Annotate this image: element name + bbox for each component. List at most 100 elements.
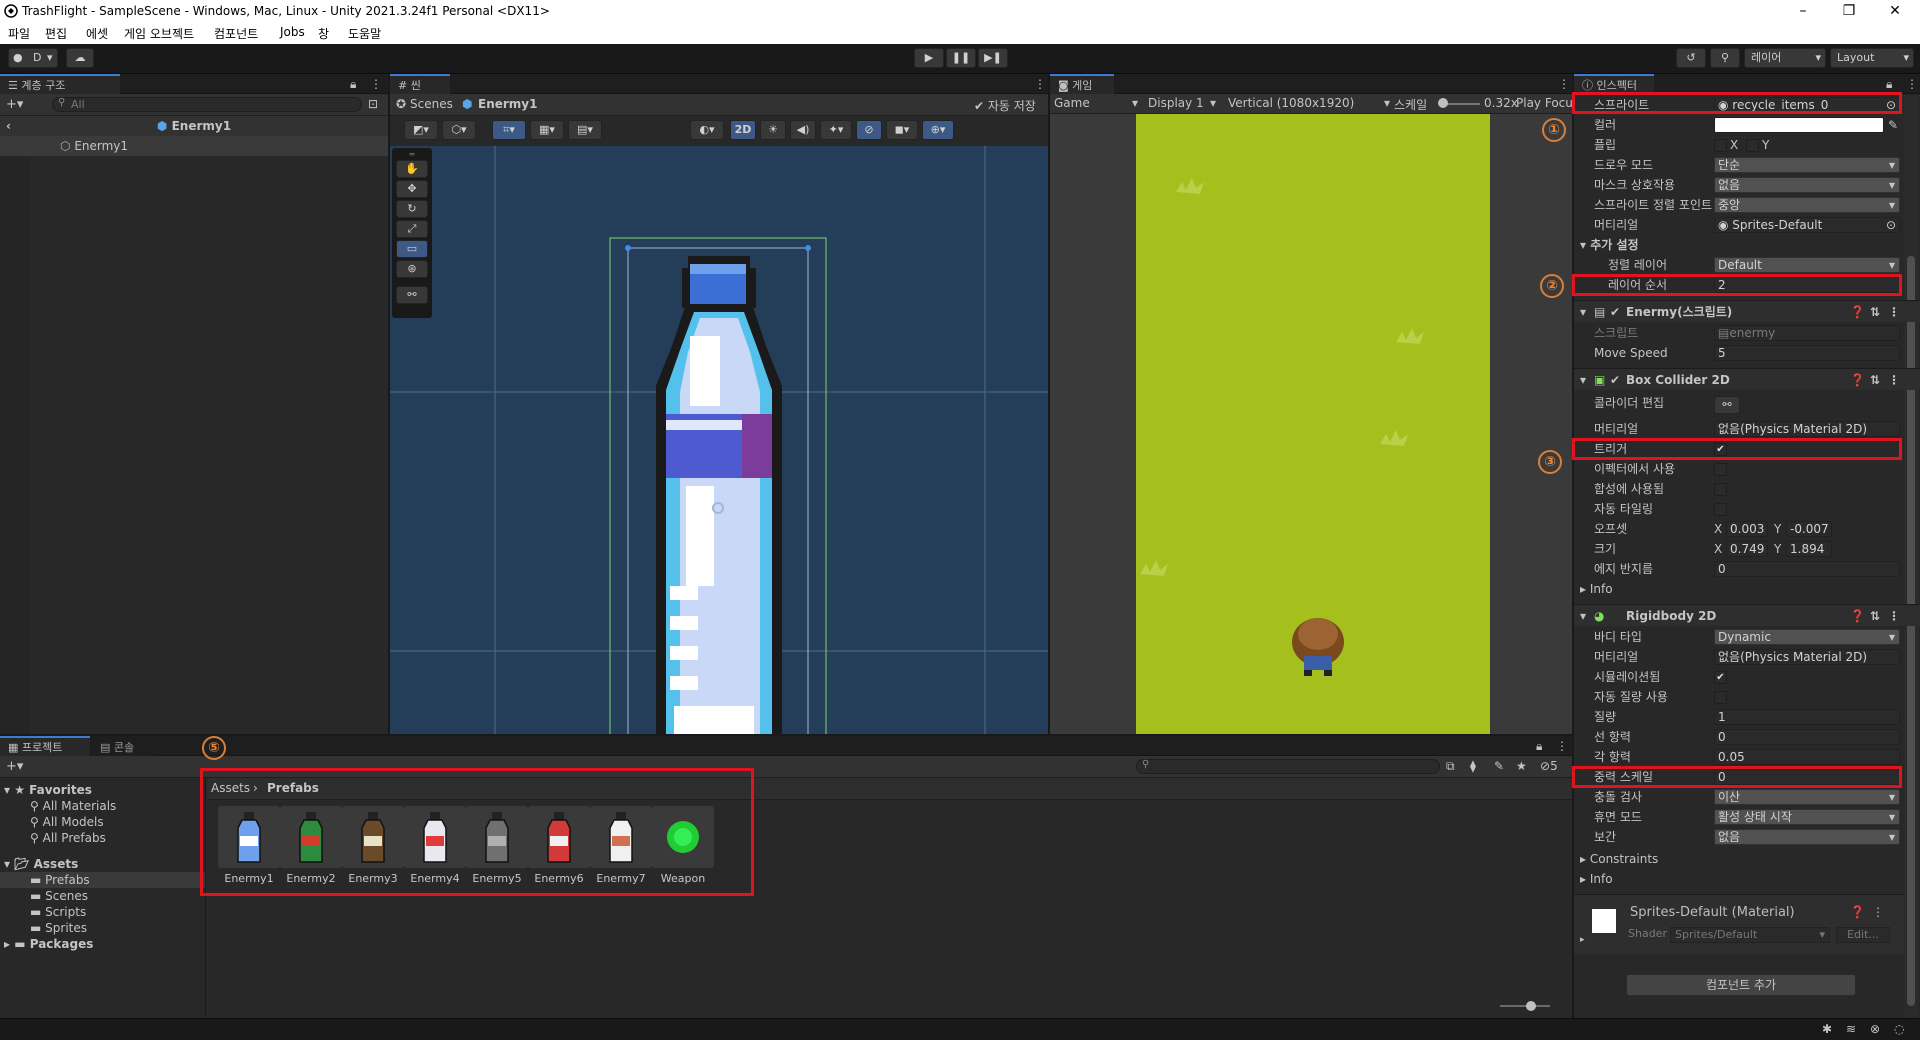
add-icon[interactable]: +▾ bbox=[6, 759, 23, 774]
visibility-icon[interactable]: ⊘ bbox=[856, 120, 882, 140]
offset-x-input[interactable]: 0.003 bbox=[1726, 521, 1768, 537]
debug-icon[interactable]: ✱ bbox=[1822, 1022, 1832, 1036]
close-icon[interactable]: ✕ bbox=[1872, 0, 1918, 22]
inspector-scrollbar[interactable] bbox=[1904, 96, 1918, 1018]
favorite-all-materials[interactable]: ⚲ All Materials bbox=[30, 798, 116, 814]
more-icon[interactable]: ⋮ bbox=[1872, 905, 1884, 919]
effector-checkbox[interactable] bbox=[1714, 463, 1727, 476]
help-icon[interactable]: ❓ bbox=[1850, 905, 1865, 919]
tab-hierarchy[interactable]: ☰ 계층 구조 bbox=[0, 74, 120, 94]
layers-dropdown[interactable]: 레이어 ▾ bbox=[1744, 48, 1826, 68]
flip-x-checkbox[interactable] bbox=[1714, 139, 1727, 152]
step-button[interactable]: ▶❚ bbox=[978, 48, 1008, 68]
settings-icon[interactable]: ⇅ bbox=[1870, 301, 1880, 323]
menu-file[interactable]: 파일 bbox=[8, 25, 30, 42]
collider-material-field[interactable]: 없음(Physics Material 2D) bbox=[1714, 421, 1900, 437]
rb-material-field[interactable]: 없음(Physics Material 2D) bbox=[1714, 649, 1900, 665]
breadcrumb-scenes[interactable]: Scenes bbox=[410, 97, 453, 111]
tab-console[interactable]: ▤ 콘솔 bbox=[92, 736, 154, 756]
folder-scenes[interactable]: ▬ Scenes bbox=[30, 888, 88, 904]
collab-icon[interactable]: ⊗ bbox=[1870, 1022, 1880, 1036]
minimize-icon[interactable]: – bbox=[1780, 0, 1826, 22]
folder-sprites[interactable]: ▬ Sprites bbox=[30, 920, 87, 936]
tab-game[interactable]: ◙ 게임 bbox=[1050, 74, 1114, 94]
more-icon[interactable]: ⋮ bbox=[1888, 605, 1900, 627]
rb-info-foldout[interactable]: ▸ Info bbox=[1574, 870, 1904, 888]
help-icon[interactable]: ❓ bbox=[1850, 605, 1865, 627]
more-icon[interactable]: ⋮ bbox=[1034, 77, 1046, 91]
thumbnail-size-slider[interactable] bbox=[1500, 1005, 1550, 1007]
flip-y-checkbox[interactable] bbox=[1746, 139, 1759, 152]
eyedropper-icon[interactable]: ✎ bbox=[1888, 116, 1898, 134]
auto-mass-checkbox[interactable] bbox=[1714, 691, 1727, 704]
collider-info-foldout[interactable]: ▸ Info bbox=[1574, 580, 1904, 598]
ruler-icon[interactable]: ▤▾ bbox=[568, 120, 602, 140]
scale-slider-handle[interactable] bbox=[1438, 98, 1448, 108]
menu-jobs[interactable]: Jobs bbox=[280, 25, 305, 39]
sprite-renderer-object-field[interactable]: ◉ Sprites-Default ⊙ bbox=[1714, 217, 1900, 233]
account-button[interactable]: ● D ▾ bbox=[8, 48, 58, 68]
rotate-tool-icon[interactable]: ↻ bbox=[396, 200, 428, 218]
size-x-input[interactable]: 0.749 bbox=[1726, 541, 1768, 557]
grid-icon[interactable]: ▦▾ bbox=[530, 120, 564, 140]
move-tool-icon[interactable]: ✥ bbox=[396, 180, 428, 198]
color-field[interactable] bbox=[1714, 117, 1884, 133]
menu-window[interactable]: 창 bbox=[318, 25, 329, 42]
more-icon[interactable]: ⋮ bbox=[1558, 77, 1570, 91]
resolution-dropdown[interactable]: Vertical (1080x1920) ▾ bbox=[1228, 96, 1396, 110]
menu-component[interactable]: 컴포넌트 bbox=[214, 25, 258, 42]
audio-icon[interactable]: ◀) bbox=[790, 120, 816, 140]
game-mode-dropdown[interactable]: Game ▾ bbox=[1054, 96, 1140, 110]
sprite-renderer-dropdown[interactable]: 단순 bbox=[1714, 157, 1900, 173]
sleep-mode-dropdown[interactable]: 활성 상태 시작 bbox=[1714, 809, 1900, 825]
gizmos-icon[interactable]: ⊕▾ bbox=[922, 120, 954, 140]
cloud-icon[interactable]: ☁ bbox=[66, 48, 94, 68]
play-button[interactable]: ▶ bbox=[914, 48, 944, 68]
more-icon[interactable]: ⋮ bbox=[1906, 77, 1918, 91]
breadcrumb-enermy1[interactable]: Enermy1 bbox=[478, 97, 537, 111]
menu-assets[interactable]: 에셋 bbox=[86, 25, 108, 42]
angular-drag-input[interactable]: 0.05 bbox=[1714, 749, 1900, 765]
edit-collider-button[interactable]: ⚯ bbox=[1714, 396, 1740, 414]
thumbnail-size-handle[interactable] bbox=[1526, 1001, 1536, 1011]
sorting-layer-dropdown[interactable]: Default bbox=[1714, 257, 1900, 273]
autotiling-checkbox[interactable] bbox=[1714, 503, 1727, 516]
gizmo-sphere-icon[interactable]: ◐▾ bbox=[690, 120, 724, 140]
help-icon[interactable]: ❓ bbox=[1850, 369, 1865, 391]
search-icon[interactable]: ⚲ bbox=[1710, 48, 1740, 68]
constraints-foldout[interactable]: ▸ Constraints bbox=[1574, 850, 1904, 868]
object-picker-icon[interactable]: ⊙ bbox=[1886, 218, 1896, 232]
hierarchy-item-enermy1[interactable]: ⬡ Enermy1 bbox=[0, 136, 388, 156]
favorite-all-models[interactable]: ⚲ All Models bbox=[30, 814, 104, 830]
autosave-checkbox[interactable]: ✔ 자동 저장 bbox=[974, 97, 1036, 114]
menu-edit[interactable]: 편집 bbox=[45, 25, 67, 42]
composite-checkbox[interactable] bbox=[1714, 483, 1727, 496]
toggle-2d-button[interactable]: 2D bbox=[730, 120, 756, 140]
body-type-dropdown[interactable]: Dynamic bbox=[1714, 629, 1900, 645]
cube-view-icon[interactable]: ⬡▾ bbox=[442, 120, 476, 140]
edge-radius-input[interactable]: 0 bbox=[1714, 561, 1900, 577]
favorite-all-prefabs[interactable]: ⚲ All Prefabs bbox=[30, 830, 106, 846]
play-focused-dropdown[interactable]: Play Focu bbox=[1516, 96, 1573, 110]
box-collider-header[interactable]: ▾ ▣ ✔ Box Collider 2D ❓ ⇅ ⋮ bbox=[1574, 368, 1920, 390]
rigidbody-header[interactable]: ▾ ◕ Rigidbody 2D ❓ ⇅ ⋮ bbox=[1574, 604, 1920, 626]
favorites-folder[interactable]: ▾ ★ Favorites bbox=[4, 782, 92, 798]
hand-tool-icon[interactable]: ✋ bbox=[396, 160, 428, 178]
settings-icon[interactable]: ⇅ bbox=[1870, 605, 1880, 627]
more-icon[interactable]: ⋮ bbox=[1888, 301, 1900, 323]
add-icon[interactable]: +▾ bbox=[6, 97, 23, 112]
simulated-checkbox[interactable]: ✔ bbox=[1714, 671, 1727, 684]
tab-inspector[interactable]: ⓘ 인스펙터 bbox=[1574, 74, 1654, 94]
lock-icon[interactable]: 🔒︎ bbox=[1886, 77, 1892, 92]
shader-edit-button[interactable]: Edit... bbox=[1836, 927, 1890, 943]
maximize-icon[interactable]: ❐ bbox=[1826, 0, 1872, 22]
scale-tool-icon[interactable]: ⤢ bbox=[396, 220, 428, 238]
interpolate-dropdown[interactable]: 없음 bbox=[1714, 829, 1900, 845]
lock-icon[interactable]: 🔒︎ bbox=[350, 77, 356, 92]
size-y-input[interactable]: 1.894 bbox=[1786, 541, 1832, 557]
status-check-icon[interactable]: ◌ bbox=[1894, 1022, 1904, 1036]
folder-scripts[interactable]: ▬ Scripts bbox=[30, 904, 86, 920]
prefab-root-row[interactable]: ⬢ Enermy1 ‹ bbox=[0, 116, 388, 136]
camera-icon[interactable]: ◼▾ bbox=[886, 120, 918, 140]
enable-checkbox[interactable]: ✔ bbox=[1610, 369, 1620, 391]
